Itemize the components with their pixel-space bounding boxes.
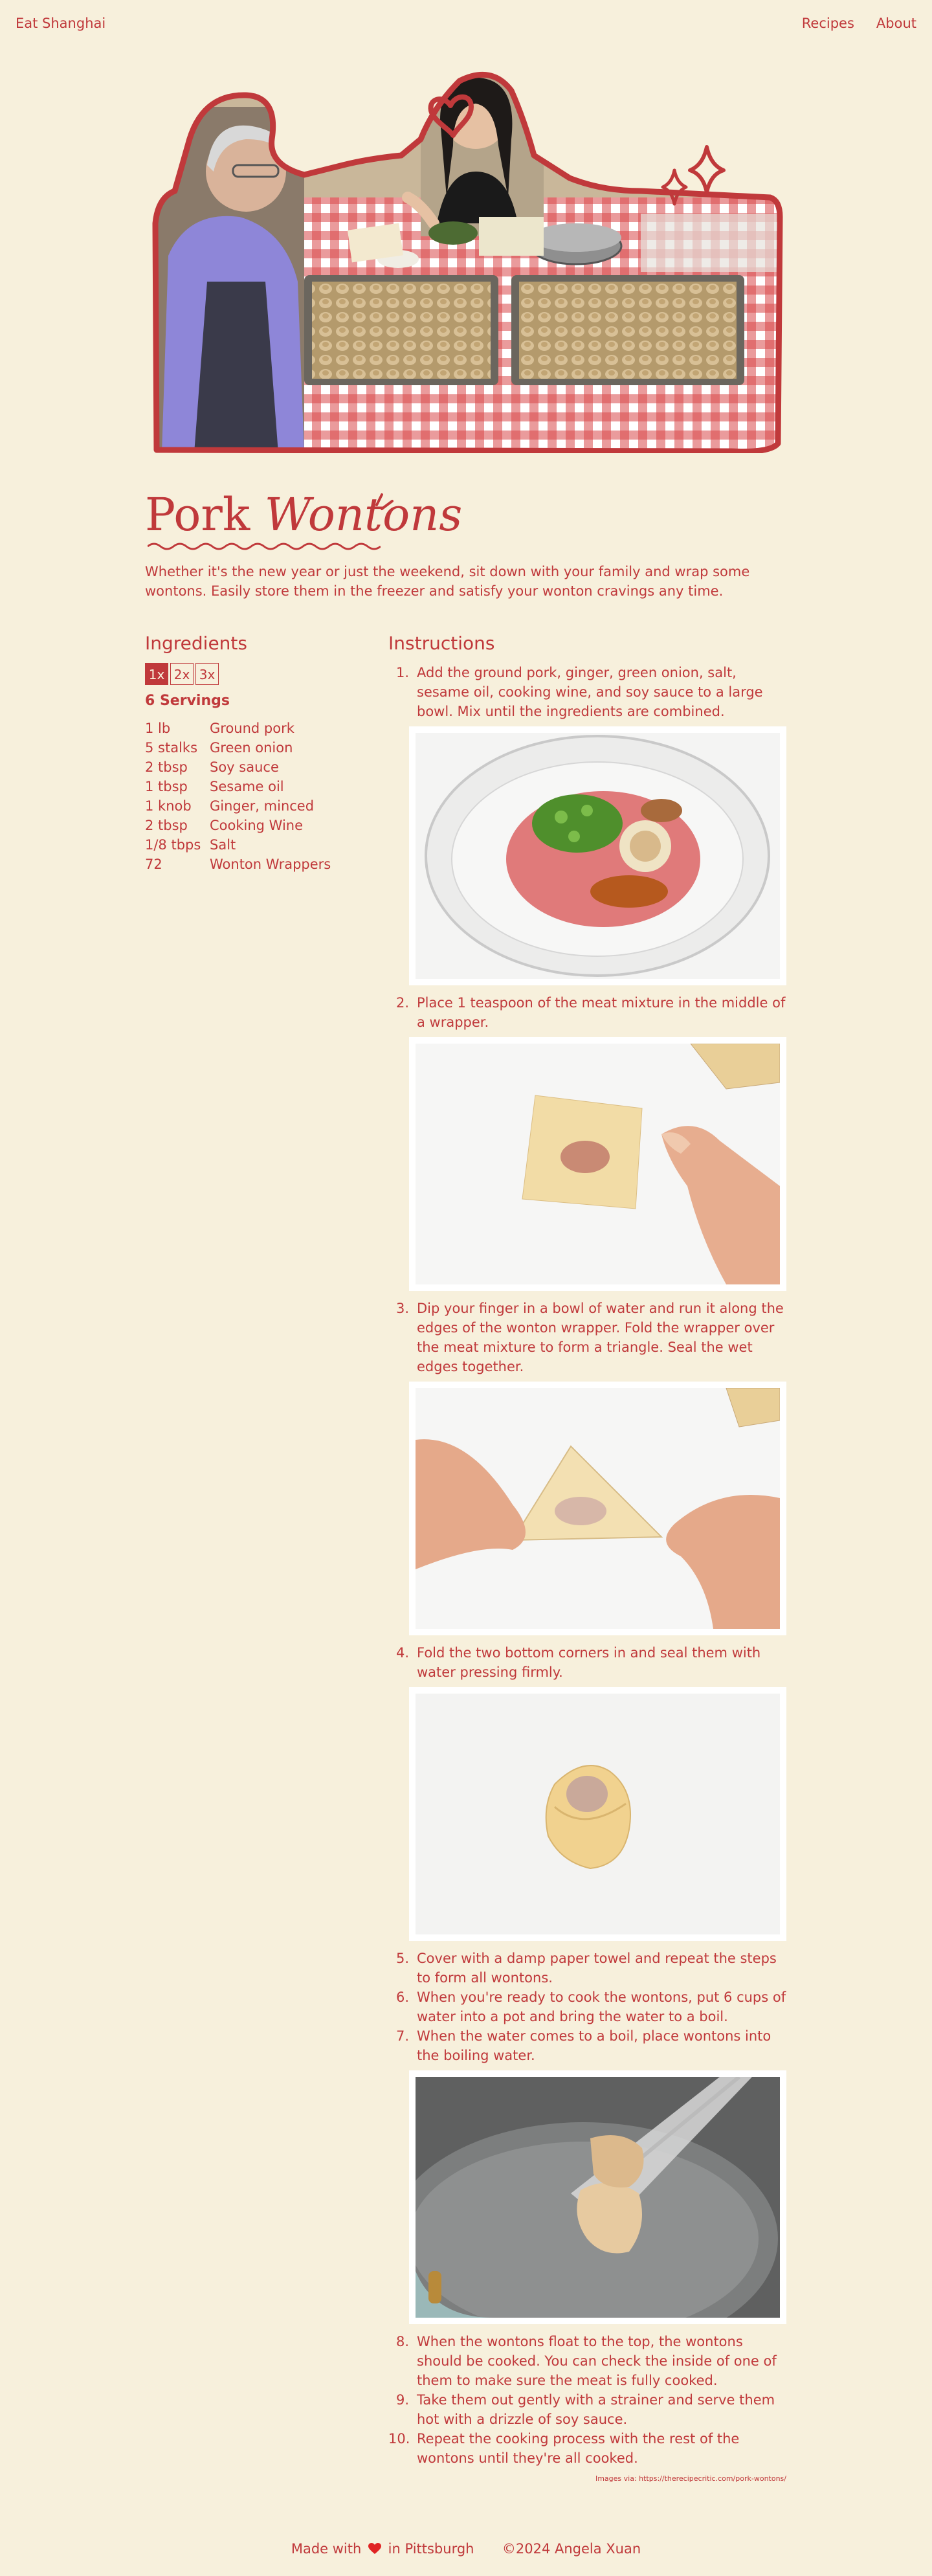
instruction-step: 7. When the water comes to a boil, place … [388, 2026, 786, 2065]
ingredients-panel: Ingredients 1x 2x 3x 6 Servings 1 lb Grou… [145, 632, 365, 874]
step-number: 9. [395, 2392, 409, 2408]
step-text: Take them out gently with a strainer and… [417, 2392, 775, 2427]
title-underline-wave [148, 543, 381, 550]
step-number: 1. [395, 665, 409, 680]
heart-icon [368, 2542, 381, 2558]
nav-links: Recipes About [802, 16, 916, 31]
ingredient-qty: 72 [145, 857, 162, 872]
ingredient-qty: 1 lb [145, 721, 171, 736]
image-credit: Images via: https://therecipecritic.com/… [595, 2474, 786, 2483]
ingredient-name: Cooking Wine [210, 818, 304, 833]
multiplier-1x-button[interactable]: 1x [145, 663, 168, 685]
brand-link[interactable]: Eat Shanghai [16, 16, 105, 31]
ingredient-row: 5 stalks Green onion [145, 738, 365, 757]
ingredient-qty: 5 stalks [145, 740, 198, 756]
ingredient-row: 1 lb Ground pork [145, 719, 365, 738]
ingredients-heading: Ingredients [145, 633, 247, 654]
instruction-step: 2. Place 1 teaspoon of the meat mixture i… [388, 993, 786, 1032]
folding-triangle-photo [416, 1388, 780, 1629]
step-photo-mixing-bowl [409, 726, 786, 985]
step-number: 10. [388, 2431, 410, 2447]
multiplier-3x-button[interactable]: 3x [195, 663, 219, 685]
boiling-pot-photo [416, 2077, 780, 2318]
ingredient-name: Ground pork [210, 721, 294, 736]
folded-wonton-photo [416, 1694, 780, 1934]
footer-made-suffix: in Pittsburgh [388, 2541, 474, 2557]
ingredient-row: 1/8 tbps Salt [145, 835, 365, 855]
step-text: Fold the two bottom corners in and seal … [417, 1645, 761, 1680]
instruction-step: 10. Repeat the cooking process with the r… [388, 2429, 786, 2468]
step-photo-filling-wrapper [409, 1037, 786, 1291]
ingredient-name: Ginger, minced [210, 798, 315, 814]
ingredient-name: Soy sauce [210, 759, 279, 775]
step-text: When you're ready to cook the wontons, p… [417, 1989, 786, 2024]
ingredient-row: 72 Wonton Wrappers [145, 855, 365, 874]
multiplier-2x-button[interactable]: 2x [170, 663, 194, 685]
wrapper-filling-photo [416, 1044, 780, 1284]
serving-multiplier: 1x 2x 3x [145, 663, 365, 685]
instruction-step: 1. Add the ground pork, ginger, green oni… [388, 663, 786, 721]
step-text: When the wontons float to the top, the w… [417, 2334, 777, 2388]
instruction-step: 6. When you're ready to cook the wontons,… [388, 1988, 786, 2026]
nav-link-recipes[interactable]: Recipes [802, 16, 854, 31]
step-photo-folding-triangle [409, 1382, 786, 1635]
step-text: When the water comes to a boil, place wo… [417, 2028, 771, 2063]
instruction-step: 3. Dip your finger in a bowl of water and… [388, 1299, 786, 1376]
top-nav: Eat Shanghai Recipes About [16, 16, 916, 35]
title-italic: Wontons [264, 488, 463, 541]
ingredient-qty: 2 tbsp [145, 759, 188, 775]
step-text: Place 1 teaspoon of the meat mixture in … [417, 995, 786, 1030]
title-plain: Pork [145, 488, 250, 541]
step-photo-boiling [409, 2070, 786, 2324]
step-number: 6. [395, 1989, 409, 2005]
hero-photo [152, 71, 783, 453]
ingredient-row: 1 knob Ginger, minced [145, 796, 365, 816]
ingredient-row: 2 tbsp Cooking Wine [145, 816, 365, 835]
recipe-intro: Whether it's the new year or just the we… [145, 564, 750, 599]
recipe-title-block: Pork Wontons [145, 486, 462, 550]
step-number: 7. [395, 2028, 409, 2044]
ingredient-row: 2 tbsp Soy sauce [145, 757, 365, 777]
ingredient-qty: 1 knob [145, 798, 192, 814]
servings-count: 6 Servings [145, 693, 230, 709]
ingredient-name: Wonton Wrappers [210, 857, 331, 872]
ingredient-name: Green onion [210, 740, 293, 756]
site-footer: Made with in Pittsburgh ©2024 Angela Xua… [0, 2541, 932, 2558]
nav-link-about[interactable]: About [876, 16, 916, 31]
instruction-step: 4. Fold the two bottom corners in and sea… [388, 1643, 786, 1682]
step-text: Dip your finger in a bowl of water and r… [417, 1301, 784, 1374]
step-number: 4. [395, 1645, 409, 1661]
step-text: Cover with a damp paper towel and repeat… [417, 1951, 777, 1986]
ingredient-qty: 1 tbsp [145, 779, 188, 794]
ingredient-list: 1 lb Ground pork 5 stalks Green onion 2 tb… [145, 719, 365, 874]
title-sparkle-icon [375, 493, 394, 510]
ingredient-row: 1 tbsp Sesame oil [145, 777, 365, 796]
step-text: Add the ground pork, ginger, green onion… [417, 665, 763, 719]
instructions-panel: Instructions 1. Add the ground pork, ging… [388, 632, 786, 2483]
ingredient-name: Salt [210, 837, 236, 853]
step-text: Repeat the cooking process with the rest… [417, 2431, 740, 2466]
mixing-bowl-photo [416, 733, 780, 979]
ingredient-qty: 1/8 tbps [145, 837, 201, 853]
hero-photo-collage [149, 68, 784, 453]
instruction-step: 9. Take them out gently with a strainer a… [388, 2390, 786, 2429]
step-number: 8. [395, 2334, 409, 2349]
ingredient-name: Sesame oil [210, 779, 284, 794]
step-number: 3. [395, 1301, 409, 1316]
instruction-step: 5. Cover with a damp paper towel and repe… [388, 1949, 786, 1988]
instruction-step: 8. When the wontons float to the top, the… [388, 2332, 786, 2390]
instructions-heading: Instructions [388, 633, 495, 654]
footer-copyright: ©2024 Angela Xuan [502, 2541, 641, 2557]
step-number: 5. [395, 1951, 409, 1966]
step-photo-folded-wonton [409, 1687, 786, 1941]
footer-made-prefix: Made with [291, 2541, 362, 2557]
ingredient-qty: 2 tbsp [145, 818, 188, 833]
recipe-title: Pork Wontons [145, 486, 462, 544]
step-number: 2. [395, 995, 409, 1011]
